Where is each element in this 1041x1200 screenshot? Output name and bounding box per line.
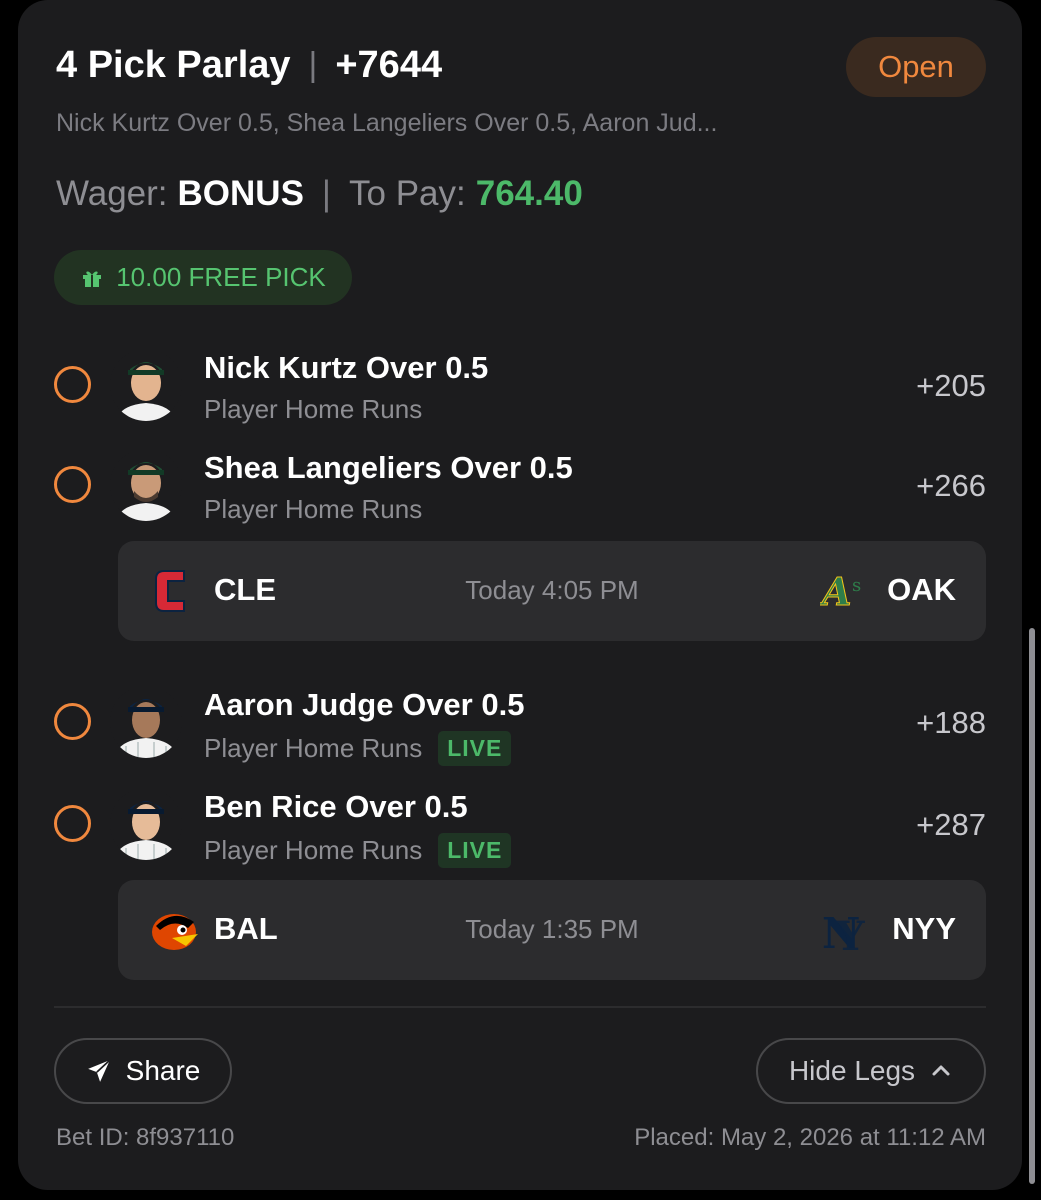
- player-avatar: [110, 686, 182, 758]
- leg-odds: +188: [916, 705, 986, 740]
- bet-summary: Nick Kurtz Over 0.5, Shea Langeliers Ove…: [56, 109, 718, 137]
- scrollbar[interactable]: [1029, 628, 1035, 1184]
- section-divider: [54, 1006, 986, 1008]
- leg-market: Player Home Runs LIVE: [204, 731, 512, 766]
- leg-market-label: Player Home Runs: [204, 835, 423, 865]
- leg-name: Shea Langeliers Over 0.5: [204, 450, 573, 485]
- home-team-abbr: OAK: [887, 572, 956, 607]
- leg-market: Player Home Runs: [204, 394, 422, 425]
- leg-row[interactable]: Ben Rice Over 0.5 Player Home Runs LIVE …: [54, 781, 986, 868]
- leg-market-label: Player Home Runs: [204, 394, 423, 424]
- title-separator: |: [308, 46, 318, 84]
- leg-name: Aaron Judge Over 0.5: [204, 687, 525, 722]
- leg-market-label: Player Home Runs: [204, 494, 423, 524]
- home-team-abbr: NYY: [892, 911, 956, 946]
- svg-text:A: A: [820, 569, 851, 614]
- chevron-up-icon: [932, 1065, 950, 1076]
- svg-text:s: s: [852, 575, 861, 596]
- hide-legs-label: Hide Legs: [788, 1055, 916, 1086]
- share-label: Share: [125, 1055, 201, 1086]
- share-button[interactable]: Share: [54, 1038, 232, 1104]
- to-pay-label: To Pay:: [349, 174, 466, 213]
- svg-text:Y: Y: [835, 913, 865, 956]
- gift-icon: [83, 271, 102, 287]
- leg-market: Player Home Runs LIVE: [204, 833, 512, 868]
- free-pick-badge: 10.00 FREE PICK: [54, 250, 352, 305]
- leg-row[interactable]: Aaron Judge Over 0.5 Player Home Runs LI…: [54, 679, 986, 766]
- game-matchup[interactable]: CLE Today 4:05 PM A s OAK: [118, 541, 986, 641]
- leg-name: Ben Rice Over 0.5: [204, 789, 468, 824]
- to-pay-value: 764.40: [475, 174, 583, 213]
- leg-status-indicator: [54, 466, 91, 503]
- player-avatar: [110, 449, 182, 521]
- paper-plane-icon: [87, 1059, 111, 1082]
- placed-timestamp: Placed: May 2, 2026 at 11:12 AM: [634, 1124, 986, 1151]
- wager-label: Wager:: [56, 174, 168, 213]
- hide-legs-button[interactable]: Hide Legs: [756, 1038, 986, 1104]
- wager-value: BONUS: [177, 174, 304, 213]
- wager-row: Wager: BONUS | To Pay: 764.40: [56, 174, 583, 214]
- bet-title-row: 4 Pick Parlay | +7644: [56, 44, 442, 87]
- leg-odds: +205: [916, 368, 986, 403]
- bet-title: 4 Pick Parlay: [56, 44, 291, 86]
- leg-odds: +266: [916, 468, 986, 503]
- leg-status-indicator: [54, 805, 91, 842]
- wager-separator: |: [321, 174, 332, 213]
- player-avatar: [110, 788, 182, 860]
- bet-card: 4 Pick Parlay | +7644 Open Nick Kurtz Ov…: [18, 0, 1022, 1190]
- leg-status-indicator: [54, 366, 91, 403]
- leg-row[interactable]: Shea Langeliers Over 0.5 Player Home Run…: [54, 442, 986, 525]
- leg-market-label: Player Home Runs: [204, 733, 423, 763]
- free-pick-label: 10.00 FREE PICK: [116, 262, 326, 292]
- leg-name: Nick Kurtz Over 0.5: [204, 350, 489, 385]
- leg-status-indicator: [54, 703, 91, 740]
- game-matchup[interactable]: BAL Today 1:35 PM N Y NYY: [118, 880, 986, 980]
- bet-odds: +7644: [335, 44, 443, 86]
- bet-id: Bet ID: 8f937110: [56, 1124, 235, 1151]
- leg-odds: +287: [916, 807, 986, 842]
- leg-market: Player Home Runs: [204, 494, 422, 525]
- status-badge: Open: [846, 37, 986, 97]
- yankees-logo-icon: N Y: [822, 909, 865, 956]
- leg-row[interactable]: Nick Kurtz Over 0.5 Player Home Runs +20…: [54, 342, 986, 425]
- live-badge: LIVE: [438, 833, 512, 868]
- live-badge: LIVE: [438, 731, 512, 766]
- player-avatar: [110, 349, 182, 421]
- athletics-logo-icon: A s: [820, 569, 861, 615]
